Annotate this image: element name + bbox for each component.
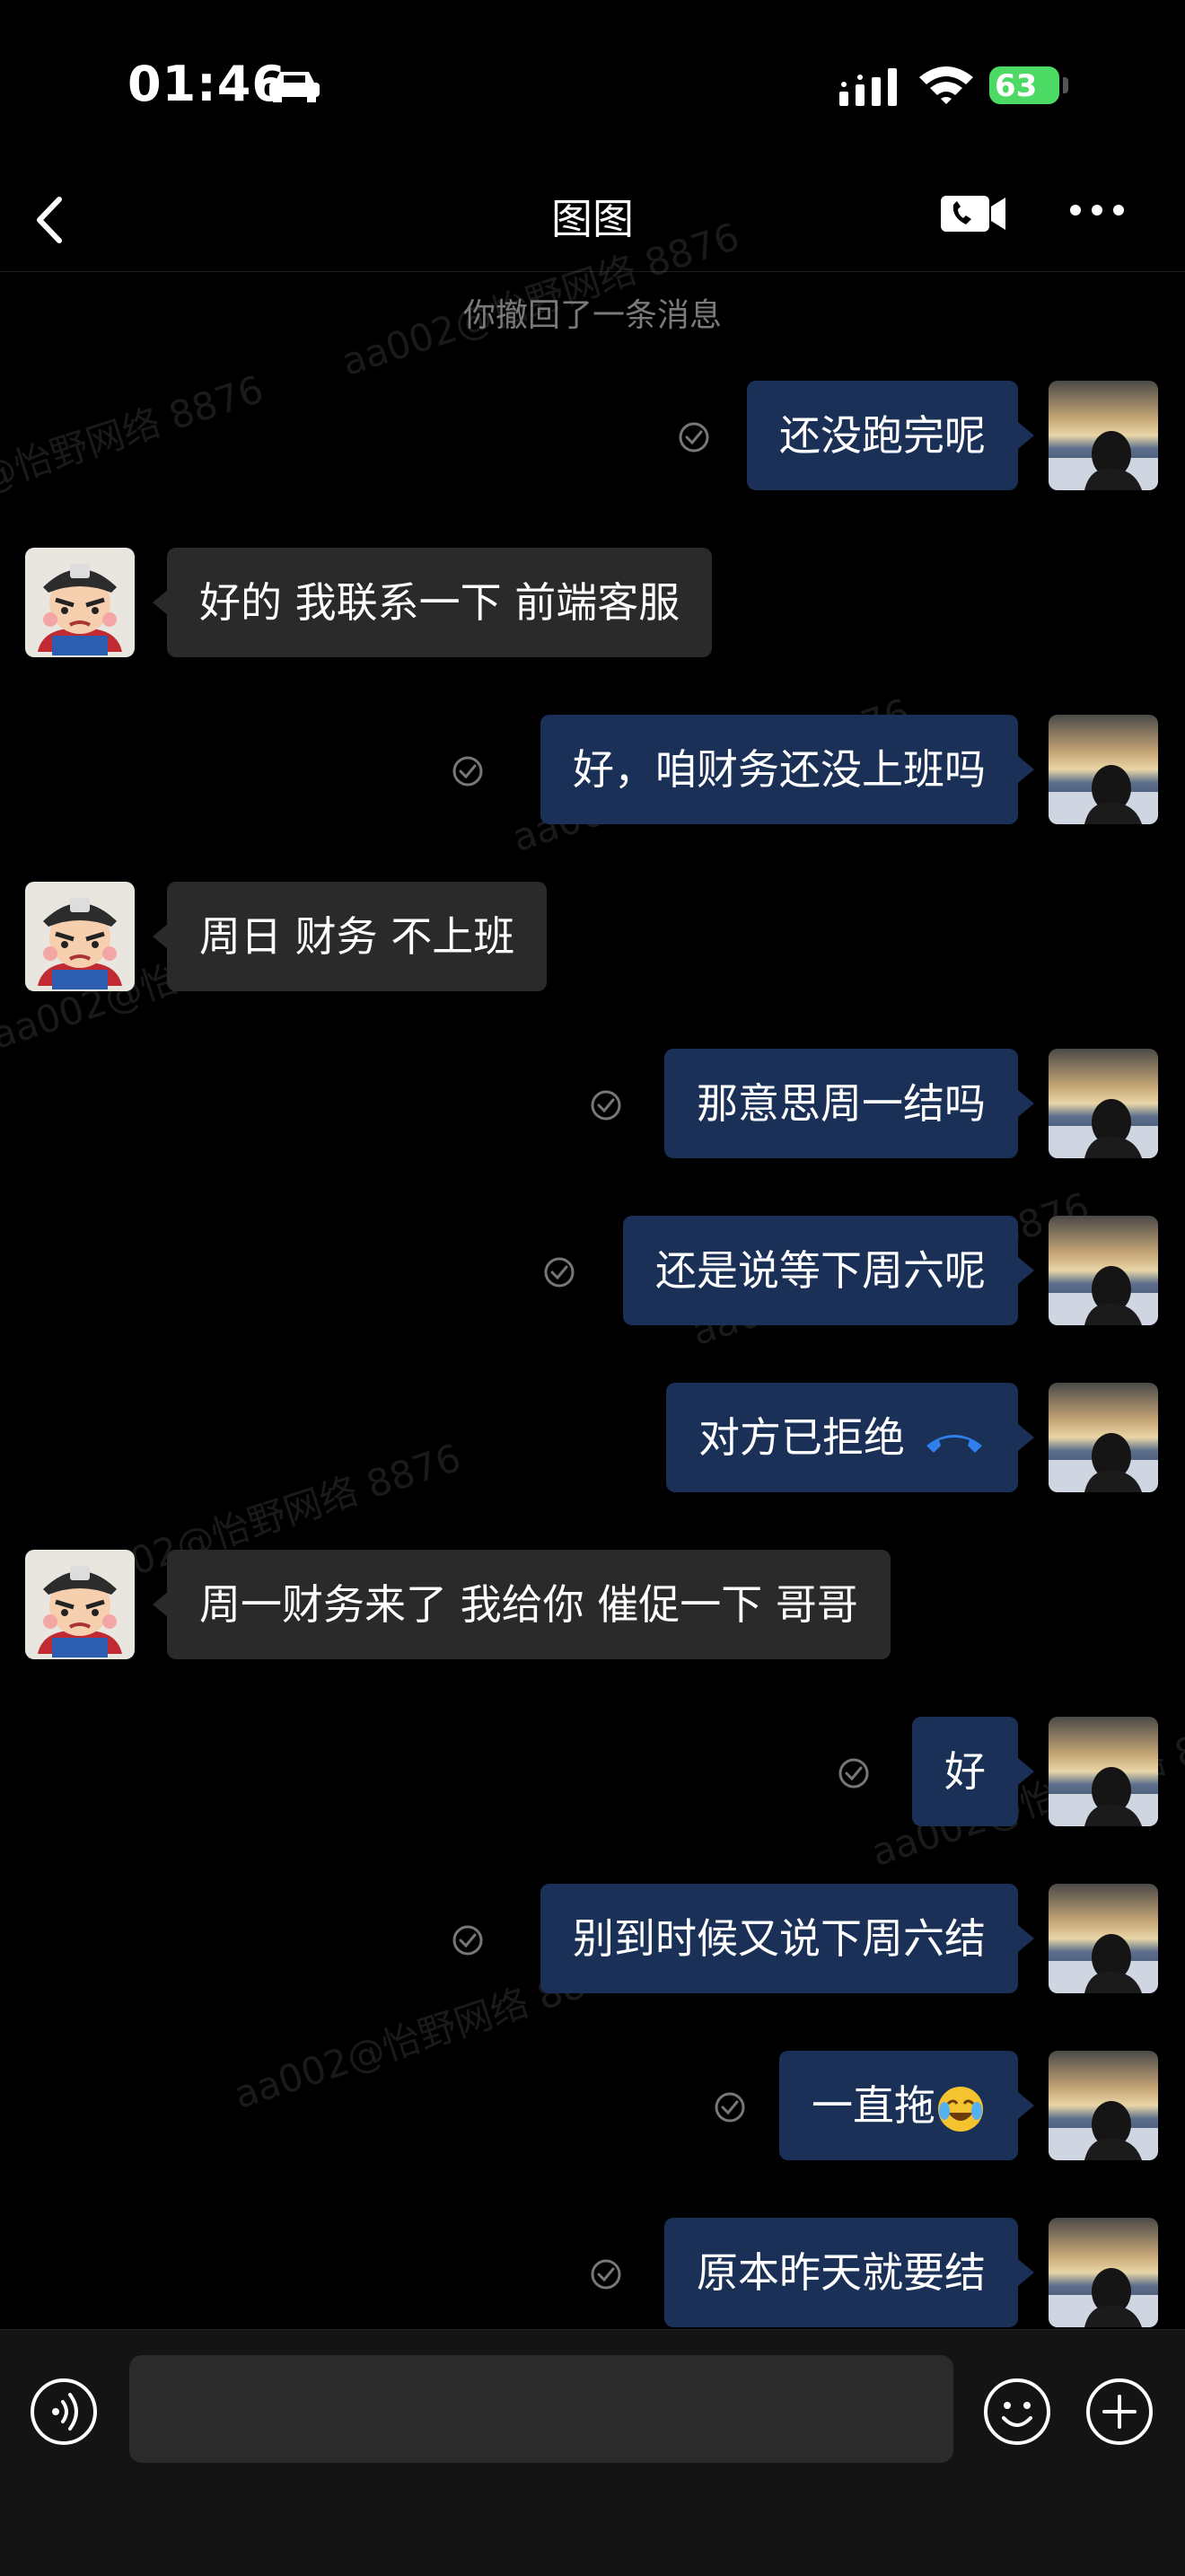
message-row: 那意思周一结吗 [0,1049,1185,1158]
call-declined-icon [926,1434,982,1453]
crying-laughing-emoji-icon [938,2086,983,2132]
read-receipt-icon [713,2090,747,2124]
message-text: 一直拖 [812,2081,935,2130]
voice-input-icon[interactable] [29,2377,99,2447]
recall-notice: 你撤回了一条消息 [462,297,722,334]
bubble-tail [1018,422,1034,449]
contact-avatar[interactable] [25,882,135,991]
message-row: 周一财务来了 我给你 催促一下 哥哥 [0,1550,1185,1659]
my-avatar[interactable] [1049,1717,1158,1826]
bubble-tail [1018,1925,1034,1952]
bubble-tail [1018,756,1034,783]
message-bubble[interactable]: 还没跑完呢 [747,381,1018,490]
my-avatar[interactable] [1049,1216,1158,1325]
more-options-icon[interactable] [1068,201,1126,219]
my-avatar[interactable] [1049,1049,1158,1158]
my-avatar[interactable] [1049,2051,1158,2160]
message-bubble[interactable]: 别到时候又说下周六结 [540,1884,1018,1993]
battery-level: 63 [995,68,1038,104]
my-avatar[interactable] [1049,2218,1158,2327]
contact-avatar[interactable] [25,548,135,657]
chat-title: 图图 [551,195,634,243]
my-avatar[interactable] [1049,381,1158,490]
bubble-tail [1018,1257,1034,1284]
battery-tip [1063,77,1068,93]
message-bubble[interactable]: 还是说等下周六呢 [623,1216,1018,1325]
bubble-tail [1018,1758,1034,1785]
message-row: 还没跑完呢 [0,381,1185,490]
message-bubble[interactable]: 那意思周一结吗 [664,1049,1018,1158]
message-row: 别到时候又说下周六结 [0,1884,1185,1993]
message-input-bar [0,2329,1185,2576]
wifi-icon [919,66,973,104]
message-bubble[interactable]: 好 [912,1717,1018,1826]
emoji-picker-icon[interactable] [982,2377,1052,2447]
message-row: 好的 我联系一下 前端客服 [0,548,1185,657]
bubble-tail [1018,1090,1034,1117]
my-avatar[interactable] [1049,1383,1158,1492]
more-actions-plus-icon[interactable] [1084,2377,1154,2447]
message-row: 原本昨天就要结 [0,2218,1185,2327]
message-row: 对方已拒绝 [0,1383,1185,1492]
message-bubble[interactable]: 周日 财务 不上班 [167,882,548,991]
message-row: 一直拖 [0,2051,1185,2160]
message-row: 好，咱财务还没上班吗 [0,715,1185,824]
read-receipt-icon [589,1088,623,1122]
read-receipt-icon [451,1923,485,1957]
message-row: 还是说等下周六呢 [0,1216,1185,1325]
call-status-bubble[interactable]: 对方已拒绝 [666,1383,1018,1492]
message-bubble[interactable]: 原本昨天就要结 [664,2218,1018,2327]
read-receipt-icon [677,420,711,454]
cellular-signal-icon [839,68,897,106]
my-avatar[interactable] [1049,715,1158,824]
my-avatar[interactable] [1049,1884,1158,1993]
bubble-tail [1018,2259,1034,2286]
car-icon [269,72,320,102]
contact-avatar[interactable] [25,1550,135,1659]
message-bubble[interactable]: 好的 我联系一下 前端客服 [167,548,713,657]
bubble-tail [1018,1424,1034,1451]
read-receipt-icon [837,1756,871,1790]
message-input[interactable] [129,2355,953,2463]
message-bubble[interactable]: 一直拖 [779,2051,1018,2160]
bubble-tail [1018,2092,1034,2119]
status-bar: 01:46 63 [0,0,1185,171]
message-bubble[interactable]: 好，咱财务还没上班吗 [540,715,1018,824]
message-bubble[interactable]: 周一财务来了 我给你 催促一下 哥哥 [167,1550,891,1659]
read-receipt-icon [542,1255,576,1289]
message-row: 好 [0,1717,1185,1826]
read-receipt-icon [589,2257,623,2291]
message-row: 周日 财务 不上班 [0,882,1185,991]
video-call-icon[interactable] [939,190,1007,237]
call-status-text: 对方已拒绝 [698,1413,905,1462]
read-receipt-icon [451,754,485,788]
status-time: 01:46 [127,56,286,112]
